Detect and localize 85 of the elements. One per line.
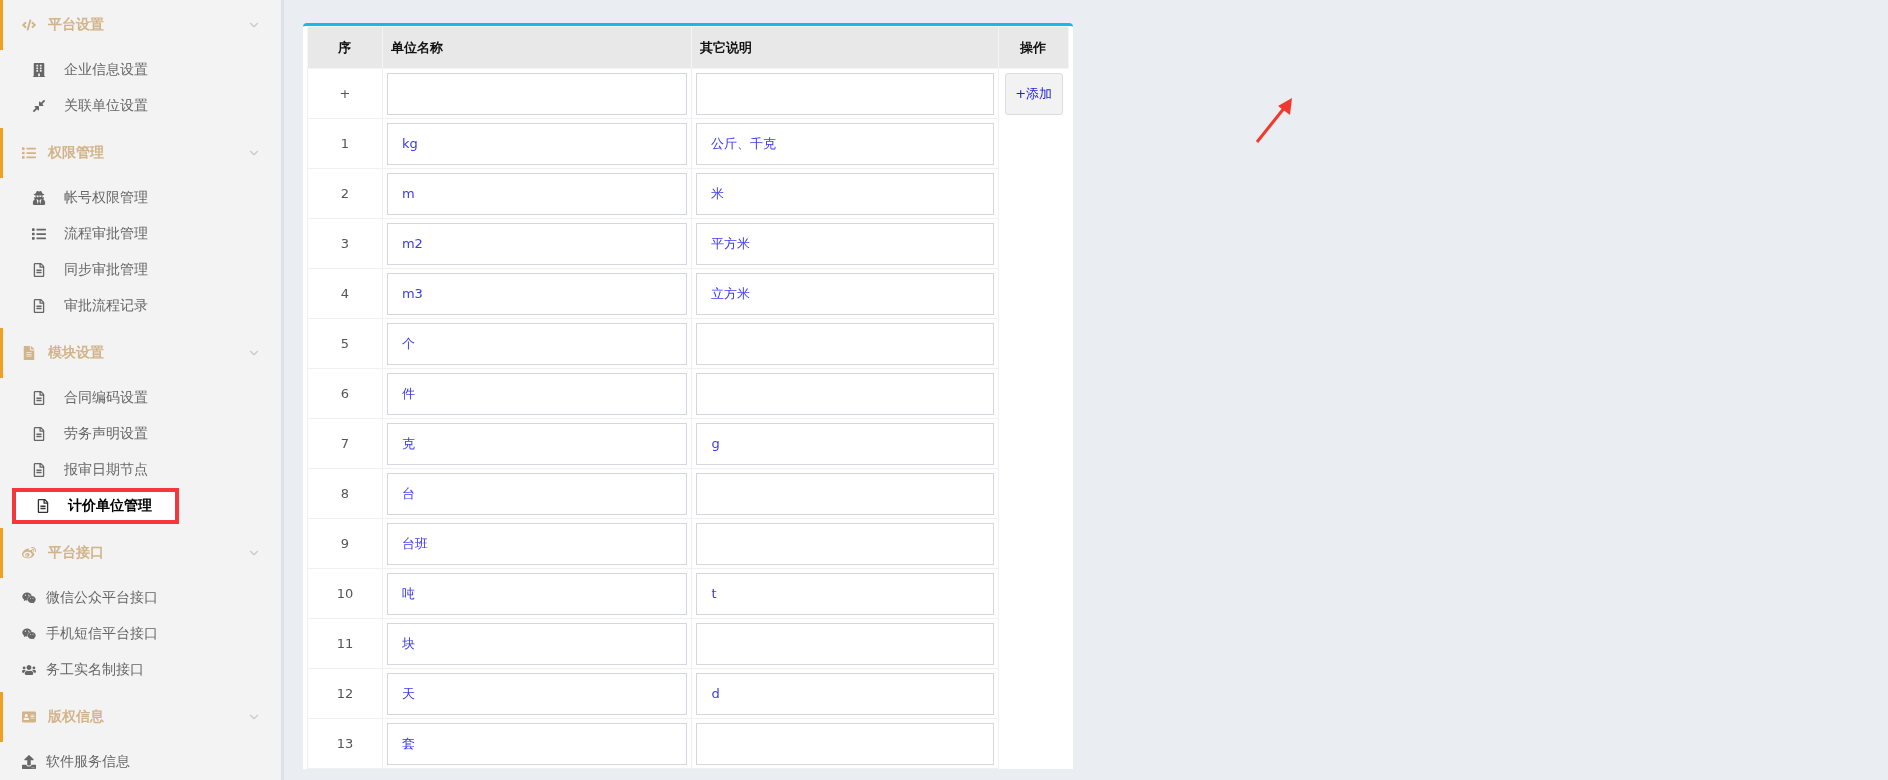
- unit-name-input[interactable]: 件: [386, 372, 688, 415]
- add-button[interactable]: +添加: [1004, 73, 1063, 115]
- list-icon: [22, 146, 36, 160]
- column-header: 单位名称: [382, 26, 692, 69]
- unit-name-input[interactable]: [386, 72, 688, 115]
- building-icon: [32, 63, 46, 77]
- unit-name-input[interactable]: 块: [386, 622, 688, 665]
- note-input[interactable]: [696, 72, 994, 115]
- table-cell: 6: [307, 368, 383, 419]
- chat-bubbles-icon: [22, 627, 36, 641]
- group-title: 版权信息: [48, 708, 105, 726]
- sidebar-item[interactable]: 手机短信平台接口: [0, 616, 281, 652]
- sidebar-item[interactable]: 企业信息设置: [0, 52, 281, 88]
- group-title: 模块设置: [48, 344, 105, 362]
- document-icon: [32, 299, 46, 313]
- note-input[interactable]: 米: [696, 172, 994, 215]
- note-input[interactable]: g: [696, 422, 994, 465]
- unit-name-input[interactable]: kg: [386, 122, 688, 165]
- note-input[interactable]: 立方米: [696, 272, 994, 315]
- sidebar-item[interactable]: 合同编码设置: [0, 380, 281, 416]
- unit-name-input[interactable]: 克: [386, 422, 688, 465]
- table-cell: 2: [307, 168, 383, 219]
- sidebar-item[interactable]: 审批流程记录: [0, 288, 281, 324]
- group-title: 权限管理: [48, 144, 105, 162]
- note-input[interactable]: [696, 372, 994, 415]
- note-input[interactable]: t: [696, 572, 994, 615]
- sidebar-item[interactable]: 微信公众平台接口: [0, 580, 281, 616]
- table-cell: +: [307, 68, 383, 119]
- unit-name-input[interactable]: 台班: [386, 522, 688, 565]
- unit-name-input[interactable]: m: [386, 172, 688, 215]
- sidebar-item[interactable]: 软件服务信息: [0, 744, 281, 780]
- note-input[interactable]: [696, 622, 994, 665]
- document-icon: [32, 463, 46, 477]
- unit-name-input[interactable]: 台: [386, 472, 688, 515]
- unit-name-input[interactable]: 吨: [386, 572, 688, 615]
- sidebar-item[interactable]: 劳务声明设置: [0, 416, 281, 452]
- note-input[interactable]: [696, 722, 994, 765]
- table-cell: 10: [307, 568, 383, 619]
- upload-icon: [22, 755, 36, 769]
- table-cell: 12: [307, 668, 383, 719]
- table-cell: 8: [307, 468, 383, 519]
- table-cell: 1: [307, 118, 383, 169]
- sidebar-item[interactable]: 帐号权限管理: [0, 180, 281, 216]
- unit-name-input[interactable]: 个: [386, 322, 688, 365]
- document-icon: [32, 427, 46, 441]
- document-icon: [32, 263, 46, 277]
- note-input[interactable]: d: [696, 672, 994, 715]
- compress-arrows-icon: [32, 99, 46, 113]
- table-cell: 11: [307, 618, 383, 669]
- column-header: 序: [307, 26, 383, 69]
- document-icon: [32, 391, 46, 405]
- unit-name-input[interactable]: m3: [386, 272, 688, 315]
- table-cell: 13: [307, 718, 383, 769]
- note-input[interactable]: 平方米: [696, 222, 994, 265]
- contact-card-icon: [22, 710, 36, 724]
- table-cell: 5: [307, 318, 383, 369]
- unit-name-input[interactable]: m2: [386, 222, 688, 265]
- note-input[interactable]: 公斤、千克: [696, 122, 994, 165]
- table-cell: 3: [307, 218, 383, 269]
- table-cell: 7: [307, 418, 383, 469]
- sidebar-item[interactable]: 计价单位管理: [12, 488, 179, 524]
- column-header: 其它说明: [691, 26, 999, 69]
- sidebar-item[interactable]: 务工实名制接口: [0, 652, 281, 688]
- column-header: 操作: [998, 26, 1069, 69]
- note-input[interactable]: [696, 322, 994, 365]
- chat-bubbles-icon: [22, 591, 36, 605]
- document-icon: [22, 346, 36, 360]
- spy-icon: [32, 191, 46, 205]
- sidebar-item[interactable]: 流程审批管理: [0, 216, 281, 252]
- list-icon: [32, 227, 46, 241]
- document-icon: [36, 499, 50, 513]
- code-icon: [22, 18, 36, 32]
- sidebar-item[interactable]: 关联单位设置: [0, 88, 281, 124]
- table-cell: 9: [307, 518, 383, 569]
- annotation-arrow: [1254, 95, 1294, 145]
- unit-name-input[interactable]: 套: [386, 722, 688, 765]
- note-input[interactable]: [696, 522, 994, 565]
- sidebar-item[interactable]: 报审日期节点: [0, 452, 281, 488]
- group-title: 平台接口: [48, 544, 105, 562]
- note-input[interactable]: [696, 472, 994, 515]
- sidebar-item[interactable]: 同步审批管理: [0, 252, 281, 288]
- group-title: 平台设置: [48, 16, 105, 34]
- table-cell: 4: [307, 268, 383, 319]
- users-icon: [22, 663, 36, 677]
- unit-name-input[interactable]: 天: [386, 672, 688, 715]
